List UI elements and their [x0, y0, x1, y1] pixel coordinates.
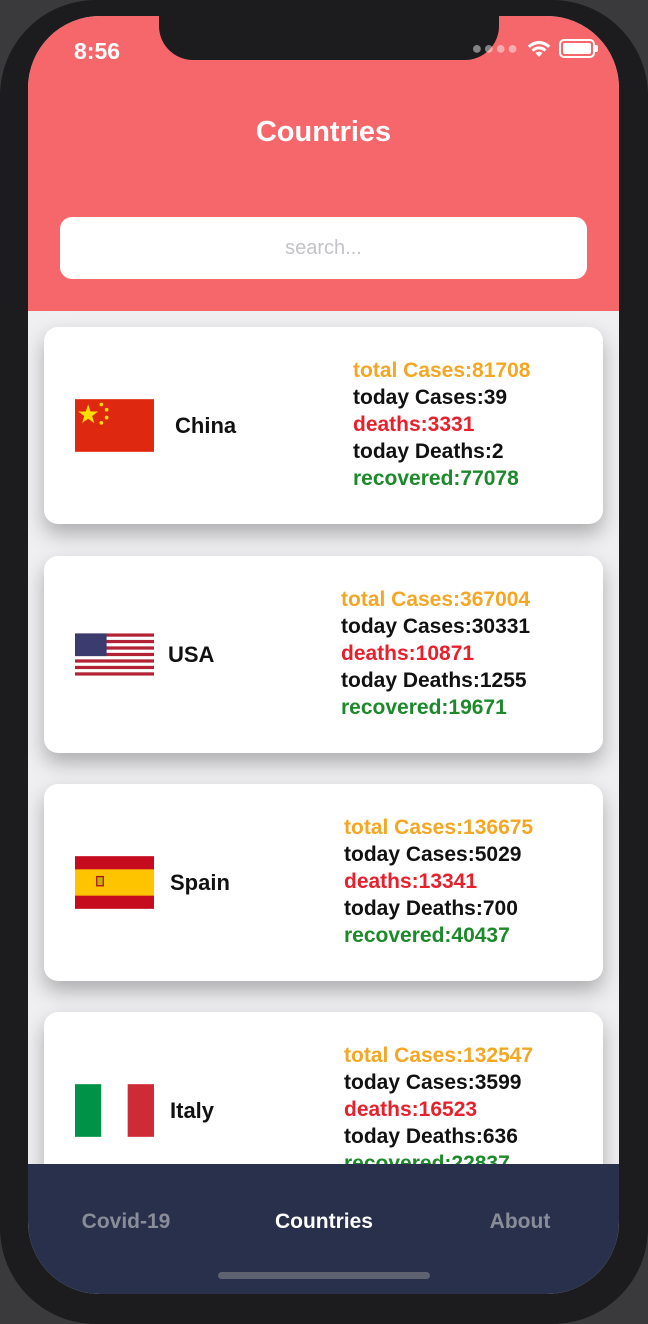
usa-flag-icon [75, 633, 154, 676]
battery-icon [559, 39, 598, 58]
country-card-china[interactable]: China total Cases:81708 today Cases:39 d… [44, 327, 603, 524]
country-list[interactable]: China total Cases:81708 today Cases:39 d… [28, 311, 619, 1164]
tab-about[interactable]: About [468, 1210, 572, 1234]
country-name: Spain [170, 870, 230, 895]
recovered: recovered:22837 [344, 1152, 510, 1164]
recovered: recovered:40437 [344, 924, 510, 947]
country-name: Italy [170, 1098, 215, 1123]
today-deaths: today Deaths:2 [353, 440, 504, 463]
page-title: Countries [255, 116, 392, 148]
country-stats: total Cases:81708 today Cases:39 deaths:… [353, 357, 530, 492]
deaths: deaths:13341 [344, 870, 478, 893]
country-stats: total Cases:367004 today Cases:30331 dea… [341, 586, 530, 721]
total-cases: total Cases:81708 [353, 359, 531, 382]
signal-icon: ●●●● [471, 38, 519, 58]
home-indicator[interactable] [218, 1272, 430, 1279]
today-deaths: today Deaths:1255 [341, 669, 527, 692]
phone-frame: 8:56 ●●●● Countries search... China tota… [0, 0, 648, 1324]
status-icons: ●●●● [471, 38, 598, 59]
tab-covid-19[interactable]: Covid-19 [58, 1210, 194, 1234]
china-flag-icon [75, 399, 154, 452]
today-cases: today Cases:39 [353, 386, 508, 409]
app-screen: 8:56 ●●●● Countries search... China tota… [28, 16, 619, 1294]
total-cases: total Cases:132547 [344, 1044, 534, 1067]
today-cases: today Cases:3599 [344, 1071, 522, 1094]
deaths: deaths:16523 [344, 1098, 478, 1121]
country-card-spain[interactable]: Spain total Cases:136675 today Cases:502… [44, 784, 603, 981]
today-deaths: today Deaths:636 [344, 1125, 518, 1148]
spain-flag-icon [75, 856, 154, 909]
country-stats: total Cases:132547 today Cases:3599 deat… [344, 1042, 533, 1164]
device-notch [159, 16, 499, 60]
country-stats: total Cases:136675 today Cases:5029 deat… [344, 814, 533, 949]
country-name: USA [168, 642, 215, 667]
today-cases: today Cases:30331 [341, 615, 531, 638]
app-header: 8:56 ●●●● Countries [28, 16, 619, 311]
deaths: deaths:10871 [341, 642, 475, 665]
bottom-tab-bar: Covid-19 Countries About [28, 1164, 619, 1294]
recovered: recovered:19671 [341, 696, 507, 719]
country-card-usa[interactable]: USA total Cases:367004 today Cases:30331… [44, 556, 603, 753]
country-name: China [175, 413, 237, 438]
status-time: 8:56 [74, 38, 121, 64]
total-cases: total Cases:367004 [341, 588, 531, 611]
recovered: recovered:77078 [353, 467, 519, 490]
country-card-italy[interactable]: Italy total Cases:132547 today Cases:359… [44, 1012, 603, 1164]
search-input[interactable] [60, 217, 587, 279]
today-deaths: today Deaths:700 [344, 897, 518, 920]
deaths: deaths:3331 [353, 413, 475, 436]
wifi-icon [527, 40, 551, 57]
today-cases: today Cases:5029 [344, 843, 522, 866]
tab-countries[interactable]: Countries [254, 1210, 394, 1234]
total-cases: total Cases:136675 [344, 816, 534, 839]
italy-flag-icon [75, 1084, 154, 1137]
